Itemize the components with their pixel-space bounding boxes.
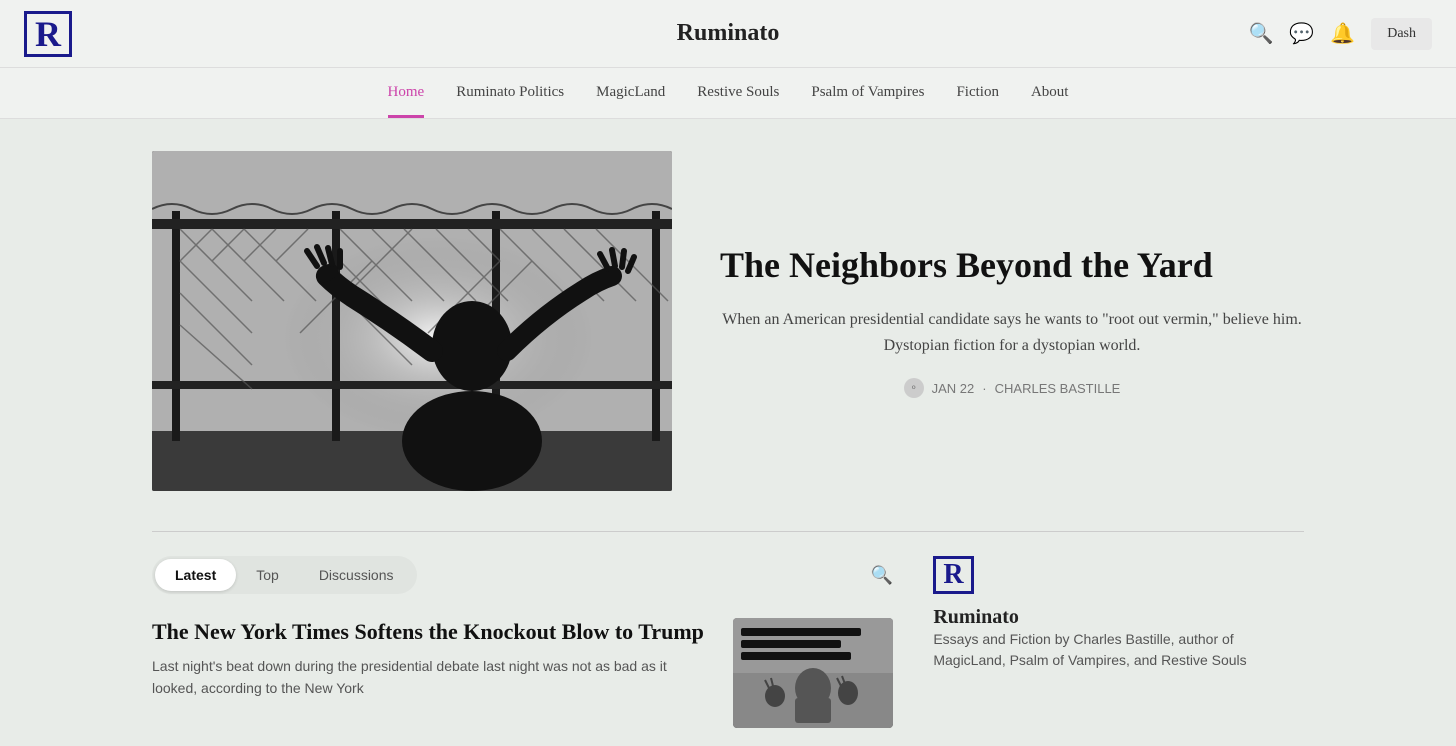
comment-icon[interactable]: 💬 — [1289, 21, 1314, 46]
hero-title: The Neighbors Beyond the Yard — [720, 244, 1304, 287]
tab-group: Latest Top Discussions — [152, 556, 417, 594]
nav-item-fiction[interactable]: Fiction — [956, 84, 999, 118]
tab-discussions[interactable]: Discussions — [299, 559, 414, 591]
bottom-section: Latest Top Discussions 🔍 The New York Ti… — [152, 556, 1304, 728]
sidebar: R Ruminato Essays and Fiction by Charles… — [933, 556, 1304, 728]
header-logo[interactable]: R — [24, 11, 72, 57]
hero-meta: ⚬ JAN 22 · CHARLES BASTILLE — [720, 378, 1304, 398]
hero-image[interactable] — [152, 151, 672, 491]
thumbnail-image — [733, 618, 893, 728]
nav-item-restive-souls[interactable]: Restive Souls — [697, 84, 779, 118]
post-text: The New York Times Softens the Knockout … — [152, 618, 713, 699]
header: R Ruminato 🔍 💬 🔔 Dash — [0, 0, 1456, 68]
hero-author: CHARLES BASTILLE — [995, 381, 1121, 396]
tab-search-icon[interactable]: 🔍 — [871, 565, 893, 586]
nav-item-magicland[interactable]: MagicLand — [596, 84, 665, 118]
post-item: The New York Times Softens the Knockout … — [152, 618, 893, 728]
nav-item-about[interactable]: About — [1031, 84, 1069, 118]
post-excerpt: Last night's beat down during the presid… — [152, 655, 713, 700]
main-content: The Neighbors Beyond the Yard When an Am… — [128, 119, 1328, 728]
meta-avatar-icon: ⚬ — [904, 378, 924, 398]
bell-icon[interactable]: 🔔 — [1330, 21, 1355, 46]
hero-subtitle: When an American presidential candidate … — [720, 307, 1304, 358]
sidebar-description: Essays and Fiction by Charles Bastille, … — [933, 629, 1304, 671]
post-title[interactable]: The New York Times Softens the Knockout … — [152, 618, 713, 647]
nav-item-home[interactable]: Home — [388, 84, 425, 118]
header-actions: 🔍 💬 🔔 Dash — [1249, 18, 1433, 50]
post-thumbnail[interactable] — [733, 618, 893, 728]
tabs-bar: Latest Top Discussions 🔍 — [152, 556, 893, 594]
logo-icon: R — [24, 11, 72, 57]
main-nav: Home Ruminato Politics MagicLand Restive… — [0, 68, 1456, 119]
tab-top[interactable]: Top — [236, 559, 299, 591]
nav-item-politics[interactable]: Ruminato Politics — [456, 84, 564, 118]
hero-text: The Neighbors Beyond the Yard When an Am… — [720, 244, 1304, 398]
section-divider — [152, 531, 1304, 532]
tab-latest[interactable]: Latest — [155, 559, 236, 591]
dash-button[interactable]: Dash — [1371, 18, 1432, 50]
site-title: Ruminato — [677, 20, 780, 47]
hero-separator: · — [982, 381, 986, 396]
search-icon[interactable]: 🔍 — [1249, 21, 1274, 46]
sidebar-pub-name: Ruminato — [933, 606, 1304, 629]
hero-section: The Neighbors Beyond the Yard When an Am… — [152, 151, 1304, 491]
hero-date: JAN 22 — [932, 381, 975, 396]
sidebar-logo-icon: R — [933, 556, 973, 594]
nav-item-psalm[interactable]: Psalm of Vampires — [811, 84, 924, 118]
posts-section: Latest Top Discussions 🔍 The New York Ti… — [152, 556, 893, 728]
sidebar-logo-wrap: R — [933, 556, 1304, 594]
